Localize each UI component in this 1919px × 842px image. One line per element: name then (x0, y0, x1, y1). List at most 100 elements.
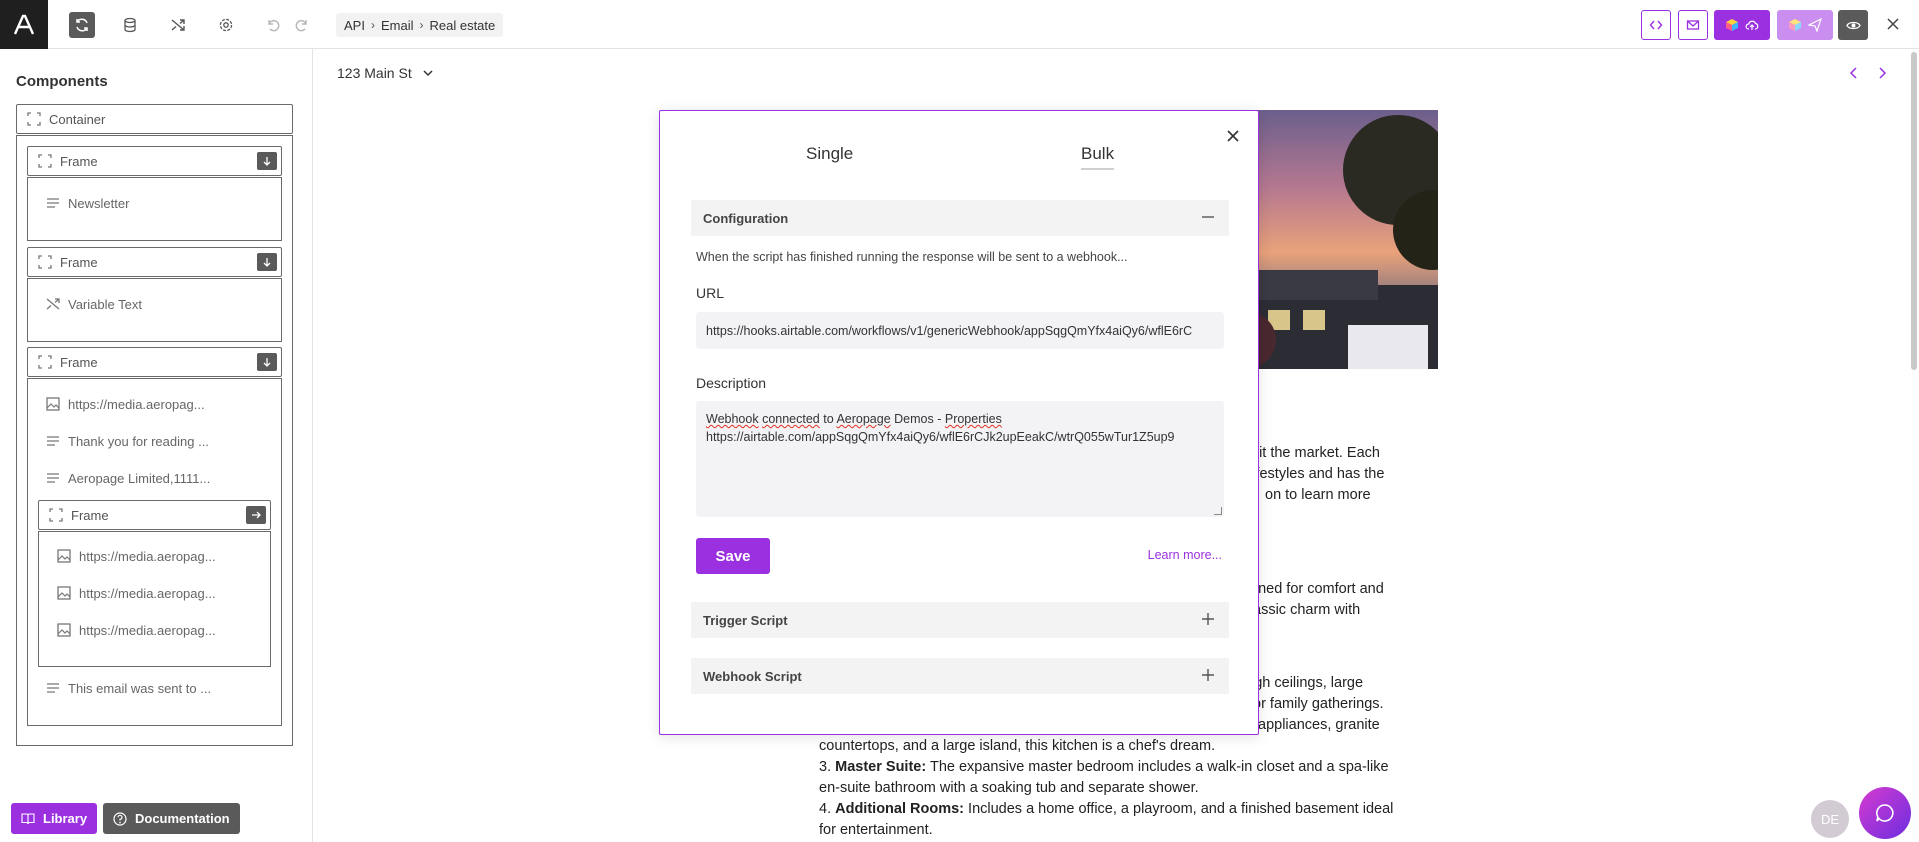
email-text: gned for comfort and (1250, 581, 1384, 597)
record-address: 123 Main St (337, 65, 412, 81)
tab-bulk[interactable]: Bulk (1081, 144, 1115, 170)
tree-leaf-label: Thank you for reading ... (68, 433, 209, 449)
mail-icon[interactable] (1678, 10, 1708, 40)
configuration-section-header[interactable]: Configuration (691, 200, 1229, 236)
eye-icon[interactable] (1838, 10, 1868, 40)
tree-leaf-label: Variable Text (68, 296, 142, 312)
tree-leaf-text[interactable]: Thank you for reading ... (46, 429, 209, 453)
tree-leaf-image[interactable]: https://media.aeropag... (57, 544, 216, 568)
spell-word: Webhook (706, 412, 759, 426)
learn-more-link[interactable]: Learn more... (1148, 548, 1222, 562)
section-title: Configuration (703, 210, 789, 226)
close-icon[interactable] (1224, 127, 1242, 145)
webhook-script-section-header[interactable]: Webhook Script (691, 658, 1229, 694)
frame-icon (27, 112, 41, 126)
text-lines-icon (46, 434, 60, 448)
documentation-button[interactable]: Documentation (103, 803, 240, 834)
tree-node-frame[interactable]: Frame (27, 247, 282, 277)
code-icon[interactable] (1641, 10, 1671, 40)
image-icon (57, 623, 71, 637)
tree-node-label: Container (49, 111, 106, 127)
shuffle-icon[interactable] (165, 12, 191, 38)
help-circle-icon (113, 811, 127, 826)
tree-leaf-variable-text[interactable]: Variable Text (46, 292, 142, 316)
chevron-right-icon[interactable] (1876, 66, 1888, 80)
section-title: Webhook Script (703, 668, 802, 684)
save-button[interactable]: Save (696, 538, 770, 574)
section-title: Trigger Script (703, 612, 788, 628)
tree-node-frame[interactable]: Frame (27, 347, 282, 377)
tree-leaf-image[interactable]: https://media.aeropag... (57, 581, 216, 605)
tree-leaf-text[interactable]: Aeropage Limited,1111... (46, 466, 210, 490)
send-button[interactable] (1777, 10, 1833, 40)
url-input[interactable]: https://hooks.airtable.com/workflows/v1/… (696, 312, 1224, 349)
tree-leaf-label: https://media.aeropag... (68, 396, 205, 412)
library-label: Library (43, 811, 88, 826)
tree-leaf-image[interactable]: https://media.aeropag... (46, 392, 205, 416)
components-sidebar: Components Container Frame Newsletter Fr… (0, 49, 313, 842)
cube-icon (1788, 18, 1802, 32)
close-icon[interactable] (1885, 16, 1901, 32)
database-icon[interactable] (117, 12, 143, 38)
url-label: URL (696, 285, 725, 301)
tree-leaf-text[interactable]: This email was sent to ... (46, 676, 211, 700)
arrow-right-icon[interactable] (246, 506, 266, 524)
sidebar-title: Components (16, 73, 108, 90)
chevron-left-icon[interactable] (1848, 66, 1860, 80)
item-title: Additional Rooms: (835, 801, 965, 817)
email-text: igh ceilings, large (1251, 675, 1364, 691)
email-text: lifestyles and has the (1249, 466, 1385, 482)
arrow-down-icon[interactable] (257, 353, 277, 371)
scrollbar-thumb[interactable] (1911, 52, 1917, 370)
spell-word: connected (762, 412, 820, 426)
breadcrumb-api[interactable]: API (344, 18, 365, 33)
undo-icon[interactable] (260, 12, 286, 38)
description-textarea[interactable]: Webhook connected to Aeropage Demos - Pr… (696, 401, 1224, 517)
spell-word: Properties (944, 412, 1002, 426)
resize-handle-icon[interactable] (1214, 507, 1222, 515)
settings-icon[interactable] (213, 12, 239, 38)
breadcrumb-email[interactable]: Email (381, 18, 414, 33)
frame-icon (38, 154, 52, 168)
text-lines-icon (46, 681, 60, 695)
tree-leaf-text[interactable]: Newsletter (46, 191, 129, 215)
publish-button[interactable] (1714, 10, 1770, 40)
tree-node-nested-frame[interactable]: Frame (38, 500, 271, 530)
image-icon (57, 586, 71, 600)
redo-icon[interactable] (289, 12, 315, 38)
tab-single[interactable]: Single (806, 144, 853, 164)
tree-node-container[interactable]: Container (16, 104, 293, 134)
sync-icon[interactable] (69, 12, 95, 38)
trigger-script-section-header[interactable]: Trigger Script (691, 602, 1229, 638)
breadcrumb-real-estate[interactable]: Real estate (429, 18, 495, 33)
minus-icon[interactable] (1201, 210, 1215, 224)
item-number: 3. (819, 759, 832, 775)
email-text: or family gatherings. (1253, 696, 1384, 712)
email-text: assic charm with (1253, 602, 1361, 618)
documentation-label: Documentation (135, 811, 230, 826)
tree-leaf-image[interactable]: https://media.aeropag... (57, 618, 216, 642)
avatar[interactable]: DE (1811, 800, 1849, 838)
cube-icon (1725, 18, 1739, 32)
breadcrumb: API › Email › Real estate (336, 13, 504, 37)
arrow-down-icon[interactable] (257, 253, 277, 271)
library-button[interactable]: Library (11, 803, 98, 834)
description-label: Description (696, 375, 767, 391)
arrow-down-icon[interactable] (257, 152, 277, 170)
chat-icon[interactable] (1859, 787, 1911, 839)
plus-icon[interactable] (1201, 668, 1215, 682)
record-selector[interactable]: 123 Main St (337, 65, 434, 81)
record-nav (1848, 66, 1888, 80)
tree-node-frame[interactable]: Frame (27, 146, 282, 176)
frame-icon (38, 255, 52, 269)
tree-leaf-label: Newsletter (68, 195, 130, 211)
send-icon (1808, 18, 1822, 32)
frame-icon (49, 508, 63, 522)
cloud-upload-icon (1745, 18, 1759, 32)
aeropage-logo-icon[interactable] (0, 0, 48, 49)
image-icon (57, 549, 71, 563)
plus-icon[interactable] (1201, 612, 1215, 626)
top-toolbar: API › Email › Real estate (0, 0, 1919, 49)
spell-word: Aeropage (836, 412, 891, 426)
tree-node-label: Frame (60, 354, 98, 370)
